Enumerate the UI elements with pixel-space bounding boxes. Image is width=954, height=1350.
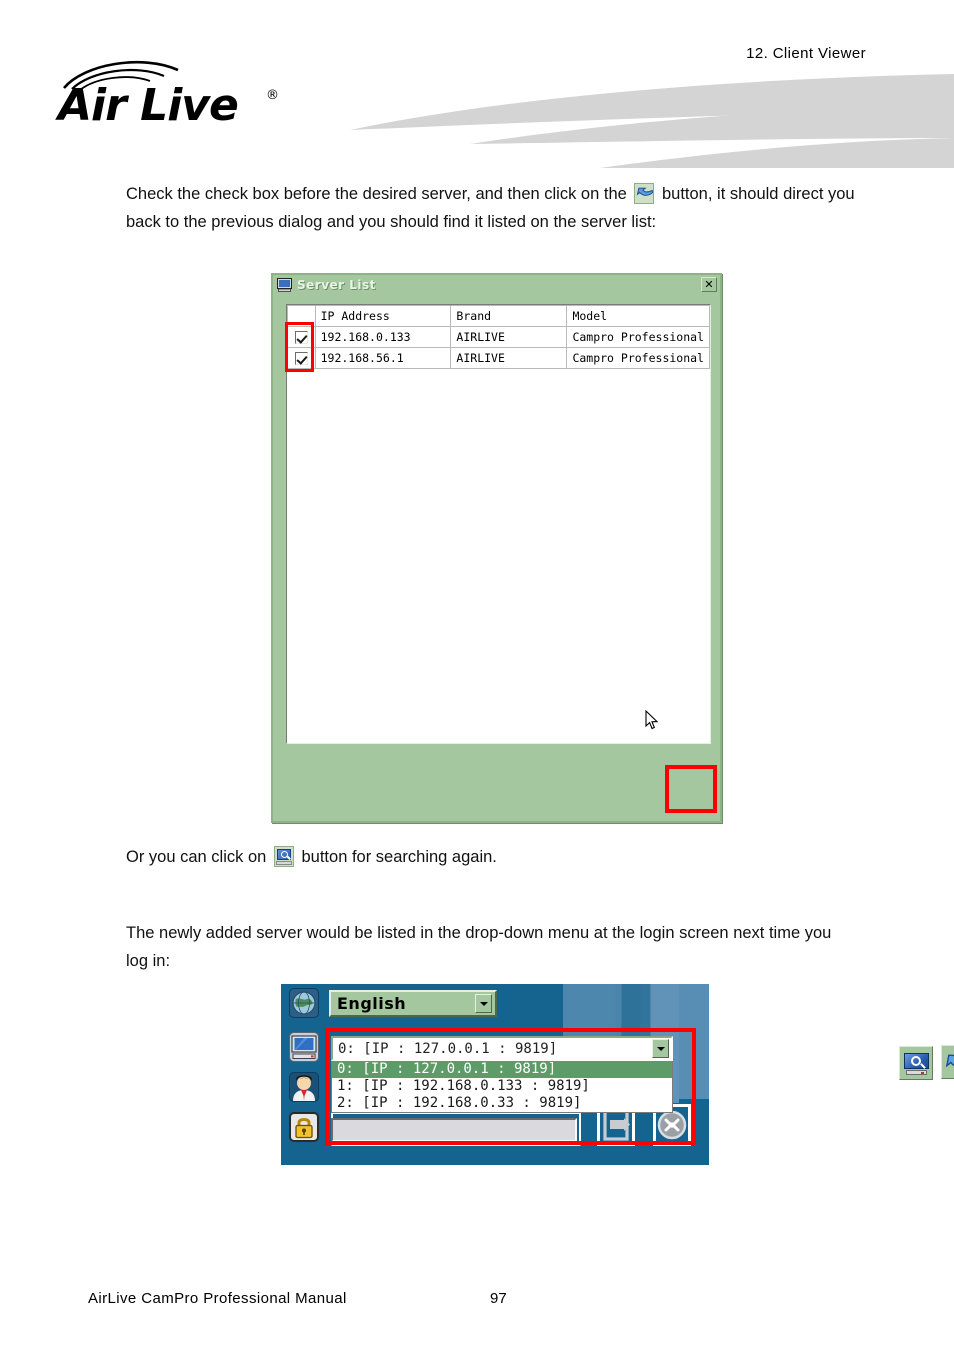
- para2-text-after: button for searching again.: [301, 848, 497, 866]
- monitor-icon: [289, 1032, 319, 1062]
- page-footer: AirLive CamPro Professional Manual 97: [0, 1290, 954, 1312]
- server-list-dialog[interactable]: Server List ✕ IP Address Brand Model 192…: [271, 273, 954, 1080]
- login-text-input[interactable]: [331, 1118, 577, 1142]
- instruction-paragraph-2: Or you can click on button for searching…: [126, 843, 876, 871]
- login-screen[interactable]: English 0: [IP : 127.0.0.1 : 9819] 0: [I…: [281, 984, 709, 1165]
- back-button[interactable]: [941, 1045, 954, 1079]
- server-combobox-value: 0: [IP : 127.0.0.1 : 9819]: [338, 1040, 558, 1057]
- cell-model: Campro Professional: [566, 326, 710, 348]
- table-row[interactable]: 192.168.0.133 AIRLIVE Campro Professiona…: [287, 326, 710, 348]
- table-header-row: IP Address Brand Model: [287, 305, 710, 327]
- logo-wordmark: Air Live: [58, 80, 239, 131]
- column-header-checkbox: [287, 305, 316, 327]
- instruction-paragraph-1: Check the check box before the desired s…: [126, 180, 876, 236]
- dropdown-option[interactable]: 0: [IP : 127.0.0.1 : 9819]: [332, 1061, 672, 1078]
- monitor-icon: [277, 277, 292, 292]
- server-table: IP Address Brand Model 192.168.0.133 AIR…: [287, 305, 710, 369]
- globe-icon: [289, 988, 319, 1018]
- user-icon: [289, 1072, 319, 1102]
- row-checkbox-cell[interactable]: [287, 326, 316, 348]
- cell-ip: 192.168.56.1: [314, 347, 452, 369]
- page-header: 12. Client Viewer Air Live ®: [0, 0, 954, 175]
- dropdown-option[interactable]: 1: [IP : 192.168.0.133 : 9819]: [332, 1078, 672, 1095]
- close-icon[interactable]: ✕: [701, 277, 717, 292]
- chevron-down-icon[interactable]: [475, 994, 492, 1013]
- table-row[interactable]: 192.168.56.1 AIRLIVE Campro Professional: [287, 347, 710, 369]
- lock-icon: [289, 1112, 319, 1142]
- monitor-search-icon: [273, 846, 294, 867]
- row-checkbox-cell[interactable]: [287, 347, 316, 369]
- search-again-button[interactable]: [899, 1046, 933, 1080]
- para1-text-before: Check the check box before the desired s…: [126, 185, 627, 203]
- language-select[interactable]: English: [329, 990, 497, 1017]
- column-header-ip: IP Address: [314, 305, 452, 327]
- instruction-paragraph-3: The newly added server would be listed i…: [126, 924, 832, 970]
- server-list-panel[interactable]: IP Address Brand Model 192.168.0.133 AIR…: [286, 304, 711, 744]
- airlive-logo: Air Live ®: [58, 58, 308, 138]
- column-header-model: Model: [566, 305, 710, 327]
- back-arrow-icon: [634, 183, 655, 204]
- page-number: 97: [490, 1290, 507, 1307]
- cell-brand: AIRLIVE: [450, 326, 568, 348]
- server-dropdown-list[interactable]: 0: [IP : 127.0.0.1 : 9819] 1: [IP : 192.…: [331, 1061, 673, 1113]
- server-combobox[interactable]: 0: [IP : 127.0.0.1 : 9819]: [331, 1036, 673, 1061]
- server-checkbox[interactable]: [294, 352, 308, 365]
- cell-brand: AIRLIVE: [450, 347, 568, 369]
- registered-trademark-icon: ®: [266, 88, 279, 103]
- chevron-down-icon[interactable]: [652, 1039, 669, 1058]
- dialog-titlebar[interactable]: Server List ✕: [273, 275, 720, 294]
- footer-title: AirLive CamPro Professional Manual: [88, 1290, 347, 1307]
- cell-ip: 192.168.0.133: [314, 326, 452, 348]
- monitor-search-icon: [904, 1053, 929, 1075]
- server-checkbox[interactable]: [294, 331, 308, 344]
- mouse-cursor: [645, 709, 659, 731]
- dialog-button-bar: [899, 1043, 954, 1085]
- dropdown-option[interactable]: 2: [IP : 192.168.0.33 : 9819]: [332, 1095, 672, 1112]
- cell-model: Campro Professional: [566, 347, 710, 369]
- language-select-value: English: [337, 994, 407, 1013]
- para2-text-before: Or you can click on: [126, 848, 267, 866]
- dialog-title: Server List: [297, 277, 376, 292]
- column-header-brand: Brand: [450, 305, 568, 327]
